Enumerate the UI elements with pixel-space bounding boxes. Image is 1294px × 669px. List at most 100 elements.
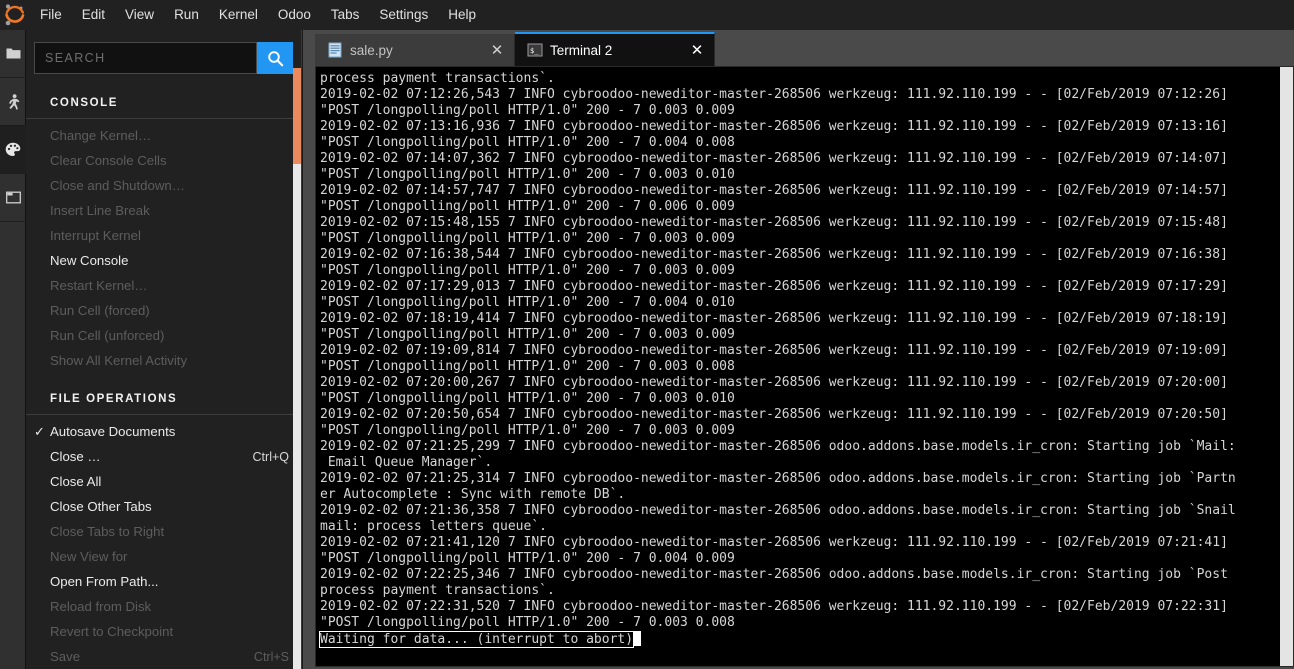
tab-label: Terminal 2 — [550, 42, 613, 58]
terminal-line: 2019-02-02 07:12:26,543 7 INFO cybroodoo… — [320, 87, 1228, 102]
terminal-line: "POST /longpolling/poll HTTP/1.0" 200 - … — [320, 295, 735, 310]
command-label: Reload from Disk — [50, 599, 152, 614]
terminal-line: 2019-02-02 07:21:25,299 7 INFO cybroodoo… — [320, 439, 1236, 454]
menu-run[interactable]: Run — [164, 0, 209, 30]
jupyterlab-window: File Edit View Run Kernel Odoo Tabs Sett… — [0, 0, 1294, 669]
menu-bar-items: File Edit View Run Kernel Odoo Tabs Sett… — [30, 0, 486, 30]
command-restart-kernel[interactable]: Restart Kernel… — [26, 273, 301, 298]
command-label: Close and Shutdown… — [50, 178, 185, 193]
search-row — [34, 39, 293, 77]
terminal-line: "POST /longpolling/poll HTTP/1.0" 200 - … — [320, 167, 735, 182]
python-file-icon — [328, 42, 342, 58]
command-reload-from-disk[interactable]: Reload from Disk — [26, 594, 301, 619]
terminal-line: 2019-02-02 07:16:38,544 7 INFO cybroodoo… — [320, 247, 1228, 262]
terminal-line: 2019-02-02 07:20:00,267 7 INFO cybroodoo… — [320, 375, 1228, 390]
menu-edit[interactable]: Edit — [72, 0, 115, 30]
command-close[interactable]: Close … Ctrl+Q — [26, 444, 301, 469]
command-close-all[interactable]: Close All — [26, 469, 301, 494]
menu-odoo[interactable]: Odoo — [268, 0, 321, 30]
terminal-line: process payment transactions`. — [320, 583, 555, 598]
command-label: Close All — [50, 474, 102, 489]
terminal-line: 2019-02-02 07:15:48,155 7 INFO cybroodoo… — [320, 215, 1228, 230]
terminal-line: 2019-02-02 07:22:31,520 7 INFO cybroodoo… — [320, 599, 1228, 614]
tab-window-icon — [5, 191, 21, 204]
menu-tabs[interactable]: Tabs — [321, 0, 370, 30]
terminal-line: "POST /longpolling/poll HTTP/1.0" 200 - … — [320, 263, 735, 278]
command-label: Autosave Documents — [50, 424, 176, 439]
palette-scrollbar-thumb[interactable] — [293, 68, 301, 164]
palette-icon — [5, 142, 21, 156]
terminal-panel[interactable]: process payment transactions`. 2019-02-02… — [315, 66, 1294, 667]
command-label: Clear Console Cells — [50, 153, 167, 168]
command-label: Insert Line Break — [50, 203, 150, 218]
command-clear-console-cells[interactable]: Clear Console Cells — [26, 148, 301, 173]
terminal-line: Email Queue Manager`. — [320, 455, 493, 470]
terminal-prompt-line: Waiting for data... (interrupt to abort) — [318, 631, 1279, 648]
command-autosave-documents[interactable]: ✓ Autosave Documents — [26, 419, 301, 444]
command-label: Close … — [50, 449, 101, 464]
command-revert-to-checkpoint[interactable]: Revert to Checkpoint — [26, 619, 301, 644]
command-label: Run Cell (forced) — [50, 303, 150, 318]
command-insert-line-break[interactable]: Insert Line Break — [26, 198, 301, 223]
sidebar-item-file-browser[interactable] — [0, 30, 26, 78]
command-label: Interrupt Kernel — [50, 228, 141, 243]
command-save[interactable]: Save Ctrl+S — [26, 644, 301, 669]
terminal-line: 2019-02-02 07:14:57,747 7 INFO cybroodoo… — [320, 183, 1228, 198]
command-palette-panel: CONSOLE Change Kernel… Clear Console Cel… — [26, 30, 302, 669]
command-list-console: Change Kernel… Clear Console Cells Close… — [26, 119, 301, 373]
command-new-view-for[interactable]: New View for — [26, 544, 301, 569]
close-icon[interactable]: ✕ — [688, 41, 706, 59]
terminal-line: 2019-02-02 07:13:16,936 7 INFO cybroodoo… — [320, 119, 1228, 134]
menu-bar: File Edit View Run Kernel Odoo Tabs Sett… — [0, 0, 1294, 30]
terminal-line: "POST /longpolling/poll HTTP/1.0" 200 - … — [320, 327, 735, 342]
terminal-line: 2019-02-02 07:21:41,120 7 INFO cybroodoo… — [320, 535, 1228, 550]
command-close-other-tabs[interactable]: Close Other Tabs — [26, 494, 301, 519]
menu-help[interactable]: Help — [438, 0, 486, 30]
menu-view[interactable]: View — [115, 0, 164, 30]
sidebar-item-commands-palette[interactable] — [0, 126, 26, 174]
search-input[interactable] — [34, 42, 257, 74]
command-close-tabs-to-right[interactable]: Close Tabs to Right — [26, 519, 301, 544]
command-label: Show All Kernel Activity — [50, 353, 188, 368]
terminal-output: process payment transactions`. 2019-02-02… — [318, 71, 1279, 648]
sidebar-item-open-tabs[interactable] — [0, 174, 26, 222]
command-change-kernel[interactable]: Change Kernel… — [26, 123, 301, 148]
tab-terminal-2[interactable]: $_ Terminal 2 ✕ — [515, 32, 715, 66]
menu-settings[interactable]: Settings — [369, 0, 438, 30]
terminal-icon: $_ — [527, 43, 543, 57]
command-new-console[interactable]: New Console — [26, 248, 301, 273]
terminal-line: 2019-02-02 07:21:36,358 7 INFO cybroodoo… — [320, 503, 1236, 518]
command-open-from-path[interactable]: Open From Path... — [26, 569, 301, 594]
main-dock-area: sale.py ✕ $_ Terminal 2 ✕ process paymen… — [303, 30, 1294, 669]
terminal-scrollbar[interactable] — [1280, 67, 1293, 666]
command-run-cell-forced[interactable]: Run Cell (forced) — [26, 298, 301, 323]
terminal-line: "POST /longpolling/poll HTTP/1.0" 200 - … — [320, 551, 735, 566]
search-button[interactable] — [257, 42, 293, 74]
command-show-all-kernel-activity[interactable]: Show All Kernel Activity — [26, 348, 301, 373]
command-run-cell-unforced[interactable]: Run Cell (unforced) — [26, 323, 301, 348]
jupyter-logo-icon — [0, 0, 30, 30]
palette-scrollbar[interactable] — [293, 68, 301, 669]
command-label: Open From Path... — [50, 574, 159, 589]
section-header-file-operations: FILE OPERATIONS — [26, 379, 301, 415]
menu-file[interactable]: File — [30, 0, 72, 30]
command-label: Restart Kernel… — [50, 278, 148, 293]
command-interrupt-kernel[interactable]: Interrupt Kernel — [26, 223, 301, 248]
terminal-line: er Autocomplete : Sync with remote DB`. — [320, 487, 626, 502]
terminal-line: "POST /longpolling/poll HTTP/1.0" 200 - … — [320, 359, 735, 374]
sidebar-icon-rail — [0, 30, 26, 669]
folder-icon — [6, 48, 20, 59]
close-icon[interactable]: ✕ — [488, 41, 506, 59]
terminal-line: "POST /longpolling/poll HTTP/1.0" 200 - … — [320, 199, 735, 214]
terminal-line: mail: process letters queue`. — [320, 519, 547, 534]
tab-sale-py[interactable]: sale.py ✕ — [315, 34, 515, 66]
command-close-and-shutdown[interactable]: Close and Shutdown… — [26, 173, 301, 198]
sidebar-item-running-sessions[interactable] — [0, 78, 26, 126]
terminal-status-text: Waiting for data... (interrupt to abort) — [318, 631, 635, 648]
command-label: Close Other Tabs — [50, 499, 152, 514]
terminal-line: "POST /longpolling/poll HTTP/1.0" 200 - … — [320, 391, 735, 406]
terminal-line: 2019-02-02 07:18:19,414 7 INFO cybroodoo… — [320, 311, 1228, 326]
menu-kernel[interactable]: Kernel — [209, 0, 268, 30]
terminal-line: "POST /longpolling/poll HTTP/1.0" 200 - … — [320, 615, 735, 630]
command-label: Close Tabs to Right — [50, 524, 165, 539]
